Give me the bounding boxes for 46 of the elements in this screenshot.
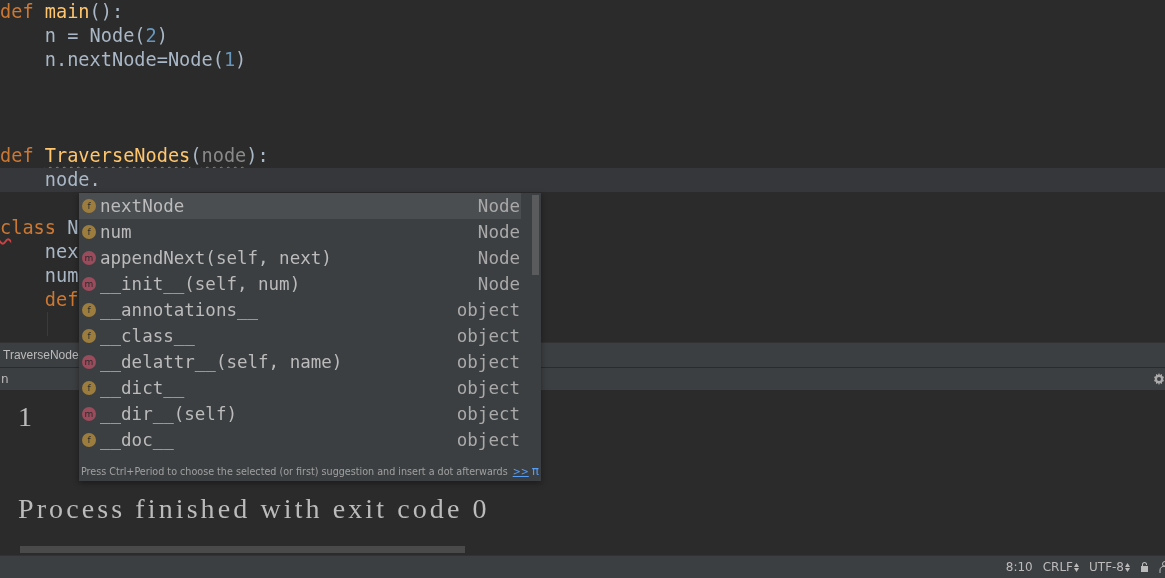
code-line: def [43,289,79,310]
field-icon: f [82,433,96,447]
settings-icon[interactable] [1153,373,1165,385]
current-code-line: node. [43,169,101,190]
code-line: n = Node(2) [43,25,168,46]
method-icon: m [82,251,96,265]
completion-item[interactable]: f num Node [79,219,521,245]
field-icon: f [82,381,96,395]
console-output: Process finished with exit code 0 [18,493,490,525]
vertical-scrollbar[interactable] [532,195,539,275]
completion-item[interactable]: f __annotations__ object [79,297,521,323]
hint-text: Press Ctrl+Period to choose the selected (or first) suggestion and insert a dot afterwards [81,465,509,477]
code-line: nex [43,241,79,262]
pi-symbol: π [531,464,539,478]
method-icon: m [82,277,96,291]
field-icon: f [82,199,96,213]
completion-item[interactable]: f __doc__ object [79,427,521,453]
code-line: def TraverseNodes(node): [0,145,269,166]
breadcrumb-item[interactable]: TraverseNode [3,348,79,362]
method-icon: m [82,355,96,369]
completion-item[interactable]: m __delattr__(self, name) object [79,349,521,375]
method-icon: m [82,407,96,421]
horizontal-scrollbar[interactable] [20,546,465,553]
up-down-icon [1074,562,1079,572]
completion-item[interactable]: f __class__ object [79,323,521,349]
line-separator[interactable]: CRLF [1042,560,1079,574]
lock-icon[interactable] [1140,562,1149,572]
person-icon[interactable] [1159,561,1165,573]
field-icon: f [82,303,96,317]
completion-item[interactable]: f nextNode Node [79,193,521,219]
caret-position[interactable]: 8:10 [1005,560,1033,574]
up-down-icon [1125,562,1130,572]
run-tab[interactable]: n [1,372,9,386]
code-line: class N [0,217,79,238]
console-output: 1 [18,401,32,433]
completion-item[interactable]: f __dict__ object [79,375,521,401]
field-icon: f [82,329,96,343]
code-line: def main(): [0,1,124,22]
completion-item[interactable]: m __dir__(self) object [79,401,521,427]
file-encoding[interactable]: UTF-8 [1089,560,1130,574]
code-line: n.nextNode=Node(1) [43,49,247,70]
completion-item[interactable]: m __init__(self, num) Node [79,271,521,297]
code-line: num [43,265,79,286]
more-link[interactable]: >> [512,465,529,477]
field-icon: f [82,225,96,239]
completion-item[interactable]: m appendNext(self, next) Node [79,245,521,271]
